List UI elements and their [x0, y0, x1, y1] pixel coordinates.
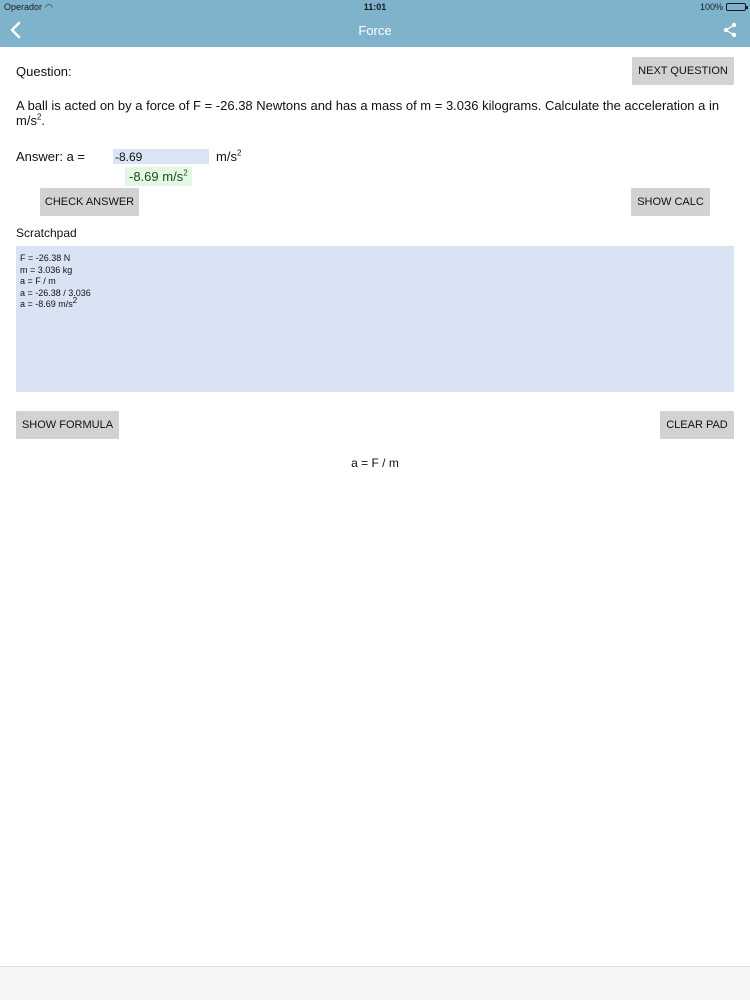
- question-text: A ball is acted on by a force of F = -26…: [16, 98, 741, 128]
- answer-input[interactable]: [113, 149, 209, 164]
- page-title: Force: [358, 23, 392, 38]
- scratchpad-line: a = -8.69 m/s2: [20, 296, 730, 311]
- status-time: 11:01: [363, 2, 387, 12]
- correct-answer-text: -8.69 m/s: [129, 169, 184, 184]
- scratchpad[interactable]: F = -26.38 N m = 3.036 kg a = F / m a = …: [16, 246, 734, 392]
- scratchpad-line: a = F / m: [20, 276, 56, 286]
- correct-answer-badge: -8.69 m/s2: [125, 167, 192, 186]
- check-answer-button[interactable]: CHECK ANSWER: [40, 188, 139, 216]
- scratchpad-line: F = -26.38 N: [20, 253, 71, 263]
- question-label: Question:: [16, 64, 72, 79]
- nav-bar: Force: [0, 14, 750, 47]
- next-question-button[interactable]: NEXT QUESTION: [632, 57, 734, 85]
- scratchpad-line: m = 3.036 kg: [20, 264, 73, 275]
- scratchpad-line-text: a = -8.69 m/s: [20, 299, 73, 309]
- correct-answer-sup: 2: [183, 168, 188, 178]
- scratchpad-line-sup: 2: [72, 296, 78, 305]
- answer-unit-text: m/s: [216, 149, 237, 164]
- show-calc-button[interactable]: SHOW CALC: [631, 188, 710, 216]
- bottom-toolbar: [0, 966, 750, 1000]
- scratchpad-line: a = -26.38 / 3.036: [20, 287, 91, 298]
- show-formula-button[interactable]: SHOW FORMULA: [16, 411, 119, 439]
- answer-unit-sup: 2: [236, 148, 242, 158]
- battery-indicator: 100%: [699, 2, 748, 12]
- formula-text: a = F / m: [351, 456, 399, 470]
- battery-icon: [726, 3, 748, 11]
- answer-label: Answer: a =: [16, 149, 86, 164]
- clear-pad-button[interactable]: CLEAR PAD: [660, 411, 734, 439]
- battery-percent: 100%: [699, 2, 723, 12]
- answer-unit: m/s2: [216, 149, 241, 164]
- status-bar: Operador ◠ 11:01 100%: [0, 0, 750, 14]
- scratchpad-label: Scratchpad: [16, 226, 77, 240]
- question-text-main: A ball is acted on by a force of F = -26…: [16, 98, 720, 128]
- question-text-end: .: [41, 113, 46, 128]
- share-icon[interactable]: [722, 20, 738, 40]
